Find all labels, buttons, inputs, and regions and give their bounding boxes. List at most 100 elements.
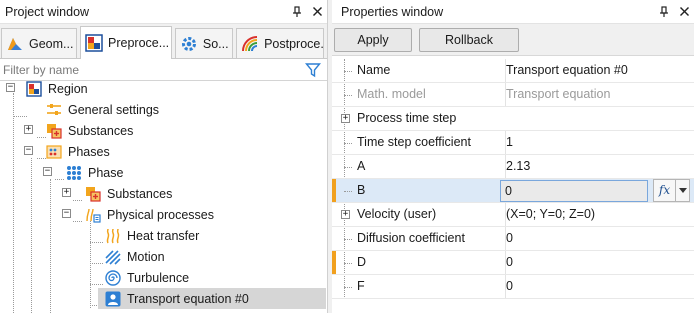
properties-window-title: Properties window (341, 4, 444, 19)
property-row-velocity[interactable]: + Velocity (user) (X=0; Y=0; Z=0) (332, 203, 694, 227)
turbulence-icon (105, 269, 121, 286)
tree-connector (13, 116, 27, 117)
tree-item-transport-equation[interactable]: Transport equation #0 (98, 288, 326, 309)
property-row-a[interactable]: A 2.13 (332, 155, 694, 179)
property-name: B (357, 183, 366, 197)
collapse-region-toggle[interactable]: − (6, 83, 15, 92)
property-value[interactable]: (X=0; Y=0; Z=0) (505, 203, 694, 226)
tree-item-turbulence[interactable]: Turbulence (105, 267, 189, 288)
tree-connector (344, 95, 352, 96)
tree-connector (344, 287, 352, 288)
tree-item-region[interactable]: Region (26, 78, 88, 99)
motion-icon (105, 249, 121, 265)
properties-window-titlebar: Properties window (332, 0, 694, 24)
project-window: Project window Geom... Preproce... So...… (0, 0, 328, 313)
filter-input[interactable] (3, 62, 293, 77)
tree-item-general-settings[interactable]: General settings (46, 99, 159, 120)
tree-item-phase-substances[interactable]: Substances (85, 183, 172, 204)
property-name: Process time step (357, 111, 457, 125)
property-row-b[interactable]: B 0 fx (332, 179, 694, 203)
tree-item-label: Heat transfer (127, 228, 200, 243)
tree-item-substances[interactable]: Substances (46, 120, 133, 141)
collapse-physical-processes-toggle[interactable]: − (62, 209, 71, 218)
settings-sliders-icon (47, 103, 61, 115)
tree-item-physical-processes[interactable]: Physical processes (85, 204, 214, 225)
property-row-d[interactable]: D 0 (332, 251, 694, 275)
modified-marker (332, 179, 336, 202)
expand-process-time-step-toggle[interactable]: + (341, 114, 350, 123)
value-dropdown-button[interactable] (676, 179, 690, 202)
close-icon[interactable] (307, 2, 327, 22)
property-row-time-step-coefficient[interactable]: Time step coefficient 1 (332, 131, 694, 155)
modified-marker (332, 251, 336, 274)
property-name: Time step coefficient (357, 135, 471, 149)
formula-fx-button[interactable]: fx (653, 179, 676, 202)
tab-geometry[interactable]: Geom... (1, 28, 78, 58)
filter-funnel-icon[interactable] (305, 62, 321, 78)
tree-item-phases[interactable]: Phases (46, 141, 110, 162)
expand-velocity-toggle[interactable]: + (341, 210, 350, 219)
tab-preprocessor-label: Preproce... (108, 36, 170, 50)
project-window-title: Project window (5, 4, 90, 19)
tree-item-phase[interactable]: Phase (66, 162, 123, 183)
tree-item-label: General settings (68, 102, 160, 117)
properties-window: Properties window Apply Rollback Name Tr… (332, 0, 694, 313)
property-b-editor[interactable]: 0 (500, 180, 648, 202)
apply-button[interactable]: Apply (334, 27, 412, 52)
property-row-math-model: Math. model Transport equation (332, 83, 694, 107)
tree-item-label: Phase (88, 165, 124, 180)
postprocessor-icon (242, 35, 258, 51)
property-grid: Name Transport equation #0 Math. model T… (332, 59, 694, 313)
tab-postprocessor-label: Postproce... (264, 36, 324, 51)
tree-connector (73, 221, 82, 222)
tree-item-label: Phases (68, 144, 110, 159)
chevron-down-icon (678, 188, 687, 193)
tree-connector (90, 242, 103, 243)
property-row-diffusion-coefficient[interactable]: Diffusion coefficient 0 (332, 227, 694, 251)
expand-substances-toggle[interactable]: + (24, 125, 33, 134)
substances-icon (47, 123, 62, 139)
property-value[interactable]: 2.13 (505, 155, 694, 178)
tree-item-label: Motion (127, 249, 165, 264)
tree-connector (344, 239, 352, 240)
pin-icon[interactable] (287, 2, 307, 22)
property-value[interactable]: Transport equation #0 (505, 59, 694, 82)
tree-item-heat-transfer[interactable]: Heat transfer (105, 225, 199, 246)
tab-solver[interactable]: So... (174, 28, 234, 58)
transport-equation-icon (105, 291, 121, 306)
property-value[interactable]: 0 (505, 251, 694, 274)
property-value[interactable]: 0 (505, 275, 694, 298)
tab-postprocessor[interactable]: Postproce... (236, 28, 324, 58)
collapse-phase-toggle[interactable]: − (43, 167, 52, 176)
phases-icon (46, 144, 62, 159)
collapse-phases-toggle[interactable]: − (24, 146, 33, 155)
tree-connector (13, 93, 14, 313)
tree-item-motion[interactable]: Motion (105, 246, 165, 267)
property-row-name[interactable]: Name Transport equation #0 (332, 59, 694, 83)
tree-connector (90, 263, 103, 264)
tab-preprocessor[interactable]: Preproce... (80, 26, 172, 59)
tree-item-label: Region (48, 81, 88, 96)
tree-item-label: Turbulence (127, 270, 190, 285)
region-icon (26, 80, 42, 97)
project-tabs: Geom... Preproce... So... Postproce... (0, 24, 327, 59)
tree-item-label: Physical processes (107, 207, 214, 222)
property-value[interactable]: 1 (505, 131, 694, 154)
tree-connector (90, 284, 103, 285)
heat-transfer-icon (106, 228, 120, 243)
tree-connector (90, 221, 91, 308)
project-tree: − + − − + − Region General settings Subs… (0, 78, 327, 313)
property-value[interactable]: 0 (505, 227, 694, 250)
tree-connector (73, 200, 82, 201)
property-row-process-time-step[interactable]: + Process time step (332, 107, 694, 131)
property-row-f[interactable]: F 0 (332, 275, 694, 299)
solver-gear-icon (181, 36, 196, 51)
tree-connector (50, 179, 51, 313)
physical-processes-icon (86, 208, 101, 223)
pin-icon[interactable] (654, 2, 674, 22)
property-name: A (357, 159, 366, 173)
close-icon[interactable] (674, 2, 694, 22)
expand-phase-substances-toggle[interactable]: + (62, 188, 71, 197)
tree-item-label: Transport equation #0 (127, 291, 249, 306)
rollback-button[interactable]: Rollback (419, 27, 519, 52)
